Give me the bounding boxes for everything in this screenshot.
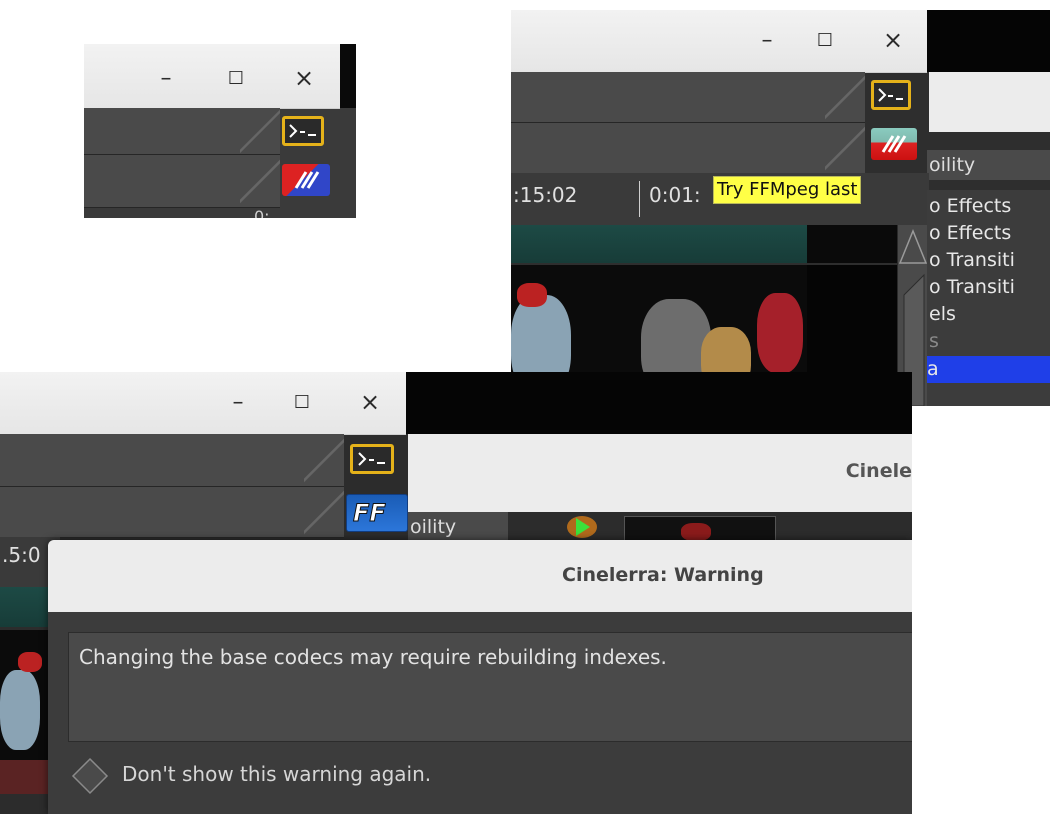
maximize-button[interactable]: ☐ bbox=[809, 24, 841, 56]
minimize-button[interactable]: – bbox=[751, 24, 783, 56]
ffmpeg-toggle-icon[interactable]: FF bbox=[346, 494, 408, 532]
list-item[interactable]: o Effects bbox=[929, 193, 1011, 220]
dialog-titlebar: Cinelerra: Warning bbox=[48, 540, 912, 613]
toolbar-row-2 bbox=[511, 123, 865, 174]
window-titlebar: – ☐ × bbox=[0, 372, 406, 435]
tab-visibility[interactable]: oility bbox=[408, 512, 508, 542]
dont-show-checkbox[interactable]: Don't show this warning again. bbox=[70, 754, 470, 796]
timeline-track bbox=[511, 225, 807, 263]
dialog-title: Cinelerra: Warning bbox=[562, 564, 764, 586]
side-panel bbox=[929, 72, 1050, 132]
warning-message-box: Changing the base codecs may require reb… bbox=[68, 632, 912, 742]
ffmpeg-toggle-icon[interactable] bbox=[871, 128, 917, 160]
resources-list: o Effects o Effects o Transiti o Transit… bbox=[927, 190, 1050, 406]
toolbar-row-2 bbox=[84, 155, 280, 208]
toolbar-row bbox=[84, 108, 280, 155]
dialog-body: Changing the base codecs may require reb… bbox=[48, 612, 912, 814]
warning-dialog: Cinelerra: Warning Changing the base cod… bbox=[48, 540, 912, 814]
tab-label: oility bbox=[410, 516, 457, 538]
svg-text:FF: FF bbox=[353, 499, 386, 527]
window-title: Cinele bbox=[845, 460, 912, 482]
list-item[interactable]: s bbox=[929, 328, 939, 355]
black-strip bbox=[927, 10, 1050, 72]
toolbar-row bbox=[511, 72, 865, 123]
black-strip bbox=[406, 372, 912, 434]
list-item[interactable]: o Effects bbox=[929, 220, 1011, 247]
black-strip bbox=[340, 44, 356, 108]
terminal-icon[interactable] bbox=[871, 80, 911, 110]
window-titlebar: – ☐ × bbox=[511, 10, 927, 73]
maximize-button[interactable]: ☐ bbox=[220, 62, 252, 94]
maximize-button[interactable]: ☐ bbox=[286, 386, 318, 418]
checkbox-diamond-icon[interactable] bbox=[70, 756, 110, 796]
close-button[interactable]: × bbox=[288, 62, 320, 94]
play-icon bbox=[567, 516, 597, 538]
toolbar-row bbox=[0, 434, 344, 487]
tab-visibility[interactable]: oility bbox=[927, 150, 1050, 180]
timecode-partial: .5:0 bbox=[2, 543, 41, 567]
thumb-figure bbox=[681, 523, 711, 541]
play-button[interactable] bbox=[566, 514, 598, 540]
thumb-figure-1 bbox=[0, 670, 40, 750]
warning-message: Changing the base codecs may require reb… bbox=[79, 645, 667, 669]
ruler-partial-text: 0: bbox=[254, 207, 270, 218]
timecode-a: :15:02 bbox=[513, 183, 578, 207]
list-item-selected[interactable]: a bbox=[927, 356, 1050, 383]
list-item[interactable]: o Transiti bbox=[929, 247, 1015, 274]
tab-label: oility bbox=[929, 154, 976, 176]
thumb-figure-2 bbox=[18, 652, 42, 672]
window-titlebar: – ☐ × bbox=[84, 44, 340, 109]
ffmpeg-toggle-icon[interactable] bbox=[282, 164, 330, 196]
track-end bbox=[807, 225, 897, 263]
thumb-figure-5 bbox=[757, 293, 803, 373]
list-item[interactable]: els bbox=[929, 301, 956, 328]
ruler-tick bbox=[639, 181, 640, 217]
close-button[interactable]: × bbox=[877, 24, 909, 56]
minimize-button[interactable]: – bbox=[222, 386, 254, 418]
panel-ffmpeg-off: – ☐ × 0: bbox=[84, 44, 356, 218]
close-button[interactable]: × bbox=[354, 386, 386, 418]
toolbar-row-2 bbox=[0, 487, 344, 538]
timecode-b: 0:01: bbox=[649, 183, 701, 207]
terminal-icon[interactable] bbox=[282, 116, 324, 146]
list-item[interactable]: o Transiti bbox=[929, 274, 1015, 301]
panel-warning-dialog: – ☐ × Cinele FF oility .5:0 Cinelerra: W… bbox=[0, 372, 912, 814]
tooltip: Try FFMpeg last bbox=[713, 176, 862, 204]
minimize-button[interactable]: – bbox=[150, 62, 182, 94]
thumb-figure-2 bbox=[517, 283, 547, 307]
terminal-icon[interactable] bbox=[350, 444, 394, 474]
timeline-ruler: 0: bbox=[84, 207, 356, 218]
cinelerra-window-header: Cinele bbox=[408, 434, 912, 512]
panel-ffmpeg-tooltip: – ☐ × oility :15:02 0:01: Try FFMpeg las… bbox=[511, 10, 1050, 406]
checkbox-label: Don't show this warning again. bbox=[122, 762, 432, 786]
